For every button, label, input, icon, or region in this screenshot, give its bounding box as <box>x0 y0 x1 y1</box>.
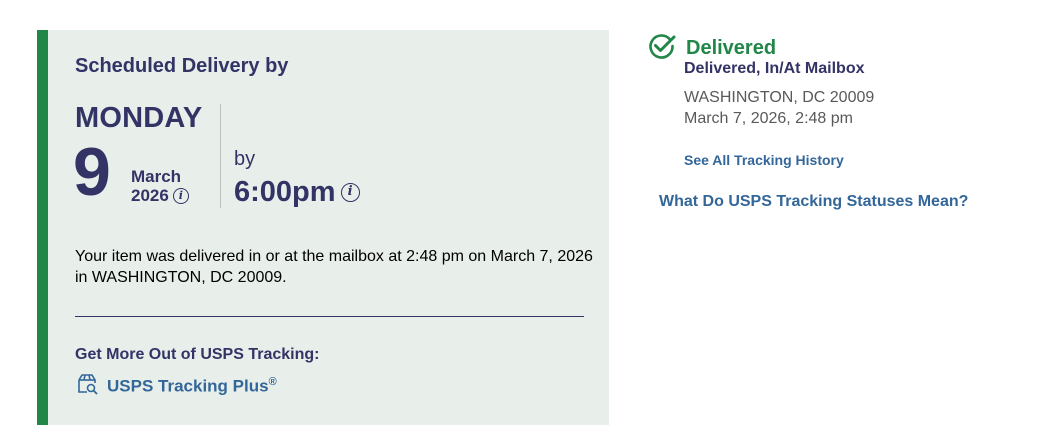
status-detail: Delivered, In/At Mailbox <box>684 60 865 77</box>
delivery-time: 6:00pm <box>234 176 336 208</box>
delivery-year: 2026 <box>131 186 169 205</box>
more-tracking-title: Get More Out of USPS Tracking: <box>75 346 320 363</box>
tracking-page: Scheduled Delivery by MONDAY 9 March 202… <box>0 0 1045 447</box>
delivery-panel: Scheduled Delivery by MONDAY 9 March 202… <box>37 30 609 425</box>
see-all-tracking-history-link[interactable]: See All Tracking History <box>684 152 844 168</box>
delivery-year-row: 2026 i <box>131 186 189 206</box>
time-info-icon[interactable]: i <box>340 183 360 202</box>
tracking-plus-link[interactable]: USPS Tracking Plus® <box>75 372 277 401</box>
status-location: WASHINGTON, DC 20009 <box>684 89 875 106</box>
delivery-day: MONDAY <box>75 102 203 134</box>
by-label: by <box>234 148 256 170</box>
tracking-plus-label: USPS Tracking Plus® <box>107 376 277 396</box>
date-info-icon[interactable]: i <box>172 188 189 204</box>
section-divider <box>75 316 584 317</box>
delivery-description: Your item was delivered in or at the mai… <box>75 248 593 286</box>
delivery-date-number: 9 <box>73 134 111 210</box>
status-label: Delivered <box>686 37 777 59</box>
status-datetime: March 7, 2026, 2:48 pm <box>684 110 853 127</box>
delivery-time-row: 6:00pm i <box>234 176 360 209</box>
date-time-divider <box>220 104 221 208</box>
tracking-statuses-meaning-link[interactable]: What Do USPS Tracking Statuses Mean? <box>659 193 968 211</box>
check-circle-icon <box>648 33 678 64</box>
scheduled-delivery-title: Scheduled Delivery by <box>75 55 289 77</box>
package-search-icon <box>75 372 99 401</box>
delivery-month: March <box>131 167 182 186</box>
